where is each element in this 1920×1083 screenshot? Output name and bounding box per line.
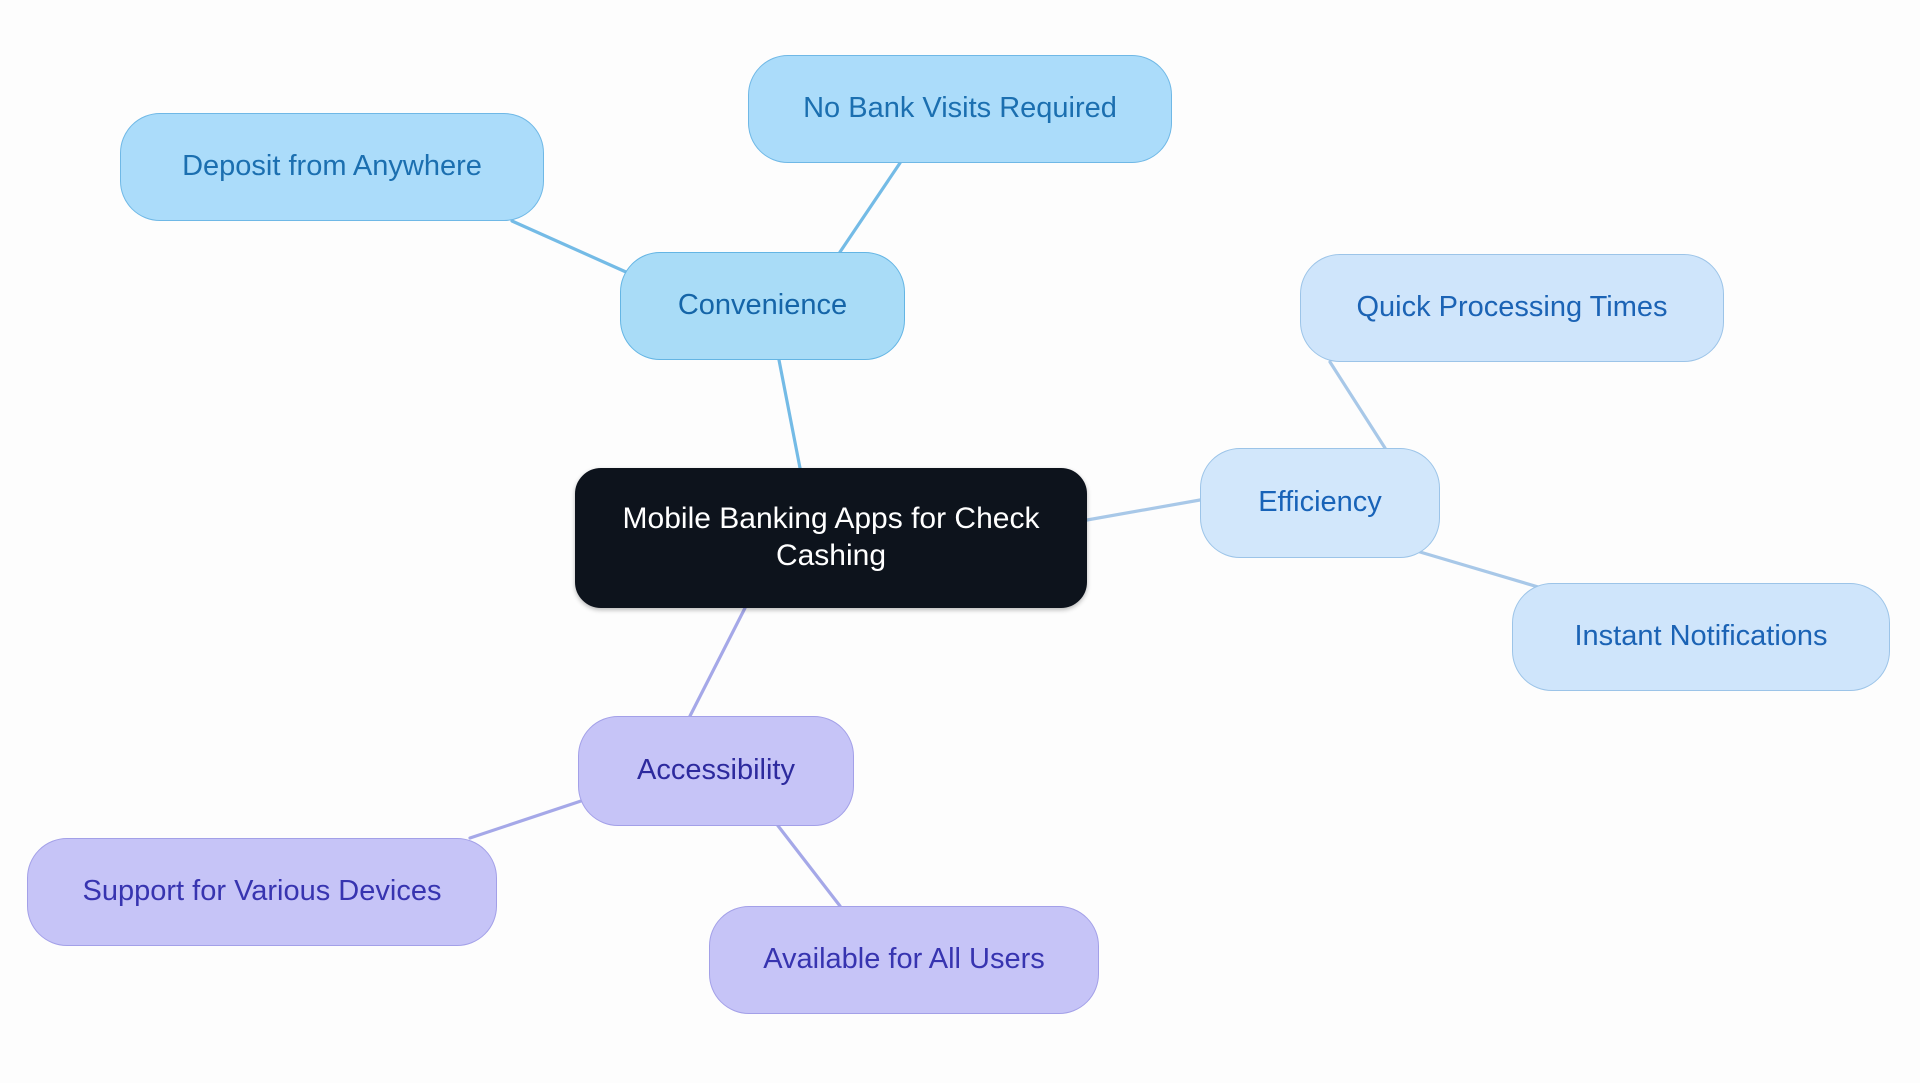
leaf-node-deposit-from-anywhere[interactable]: Deposit from Anywhere bbox=[120, 113, 544, 221]
mindmap-canvas: Mobile Banking Apps for Check Cashing Co… bbox=[0, 0, 1920, 1083]
root-node[interactable]: Mobile Banking Apps for Check Cashing bbox=[575, 468, 1087, 608]
connector-efficiency-quick bbox=[1328, 360, 1387, 450]
connector-convenience-deposit bbox=[510, 219, 628, 274]
leaf-node-instant-notifications[interactable]: Instant Notifications bbox=[1512, 583, 1890, 691]
branch-node-efficiency[interactable]: Efficiency bbox=[1200, 448, 1440, 558]
connector-convenience-nobank bbox=[838, 161, 902, 254]
branch-node-accessibility[interactable]: Accessibility bbox=[578, 716, 854, 826]
branch-node-convenience[interactable]: Convenience bbox=[620, 252, 905, 360]
leaf-node-no-bank-visits-required[interactable]: No Bank Visits Required bbox=[748, 55, 1172, 163]
connector-accessibility-support bbox=[468, 798, 586, 840]
leaf-node-available-for-all-users[interactable]: Available for All Users bbox=[709, 906, 1099, 1014]
connector-root-accessibility bbox=[688, 606, 747, 718]
connector-efficiency-instant bbox=[1418, 550, 1547, 591]
connector-accessibility-available bbox=[770, 816, 842, 908]
leaf-node-quick-processing-times[interactable]: Quick Processing Times bbox=[1300, 254, 1724, 362]
leaf-node-support-for-various-devices[interactable]: Support for Various Devices bbox=[27, 838, 497, 946]
connector-root-efficiency bbox=[1085, 498, 1202, 522]
connector-root-convenience bbox=[777, 358, 802, 470]
